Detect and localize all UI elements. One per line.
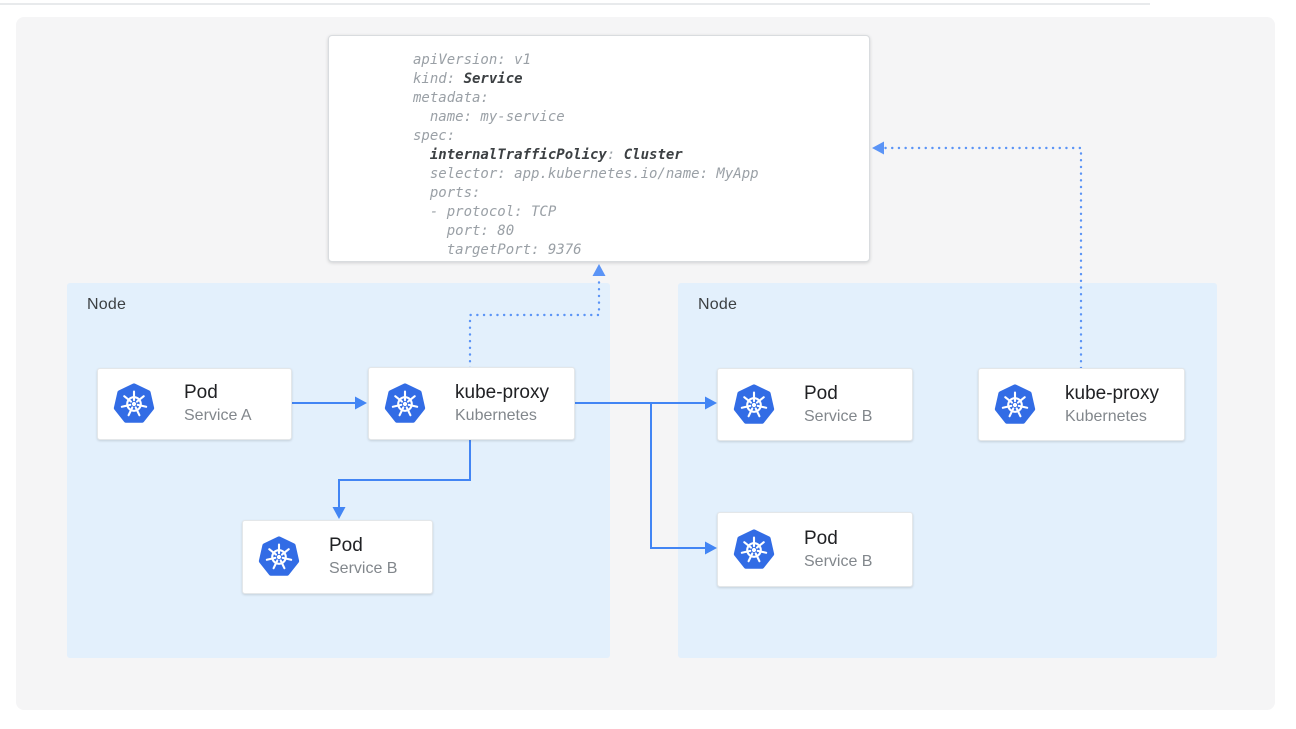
card-subtitle: Service B bbox=[804, 406, 872, 428]
pod-service-b-right-bottom-card: Pod Service B bbox=[717, 512, 913, 587]
kube-proxy-right-card: kube-proxy Kubernetes bbox=[978, 368, 1185, 441]
arrowhead bbox=[593, 264, 606, 276]
card-subtitle: Kubernetes bbox=[1065, 406, 1159, 428]
pod-service-b-right-top-card: Pod Service B bbox=[717, 368, 913, 441]
kubernetes-icon bbox=[732, 383, 776, 427]
card-title: Pod bbox=[184, 381, 252, 405]
kube-proxy-left-card: kube-proxy Kubernetes bbox=[368, 367, 575, 440]
card-title: Pod bbox=[329, 534, 397, 558]
card-subtitle: Service B bbox=[329, 558, 397, 580]
kubernetes-icon bbox=[383, 382, 427, 426]
service-yaml-card: apiVersion: v1kind: Servicemetadata: nam… bbox=[328, 35, 870, 262]
card-subtitle: Service B bbox=[804, 551, 872, 573]
card-title: kube-proxy bbox=[1065, 382, 1159, 406]
card-title: kube-proxy bbox=[455, 381, 549, 405]
node-label: Node bbox=[87, 296, 126, 314]
card-title: Pod bbox=[804, 527, 872, 551]
node-left: Node bbox=[67, 283, 610, 658]
card-subtitle: Service A bbox=[184, 405, 252, 427]
card-title: Pod bbox=[804, 382, 872, 406]
yaml-code: apiVersion: v1kind: Servicemetadata: nam… bbox=[413, 51, 759, 260]
card-subtitle: Kubernetes bbox=[455, 405, 549, 427]
kubernetes-icon bbox=[257, 535, 301, 579]
pod-service-a-card: Pod Service A bbox=[97, 368, 292, 440]
kubernetes-service-diagram: Node Node apiVersion: v1kind: Servicemet… bbox=[0, 0, 1296, 729]
kubernetes-icon bbox=[112, 382, 156, 426]
node-label: Node bbox=[698, 296, 737, 314]
pod-service-b-left-card: Pod Service B bbox=[242, 520, 433, 594]
kubernetes-icon bbox=[993, 383, 1037, 427]
node-right: Node bbox=[678, 283, 1217, 658]
arrowhead bbox=[872, 142, 884, 155]
kubernetes-icon bbox=[732, 528, 776, 572]
